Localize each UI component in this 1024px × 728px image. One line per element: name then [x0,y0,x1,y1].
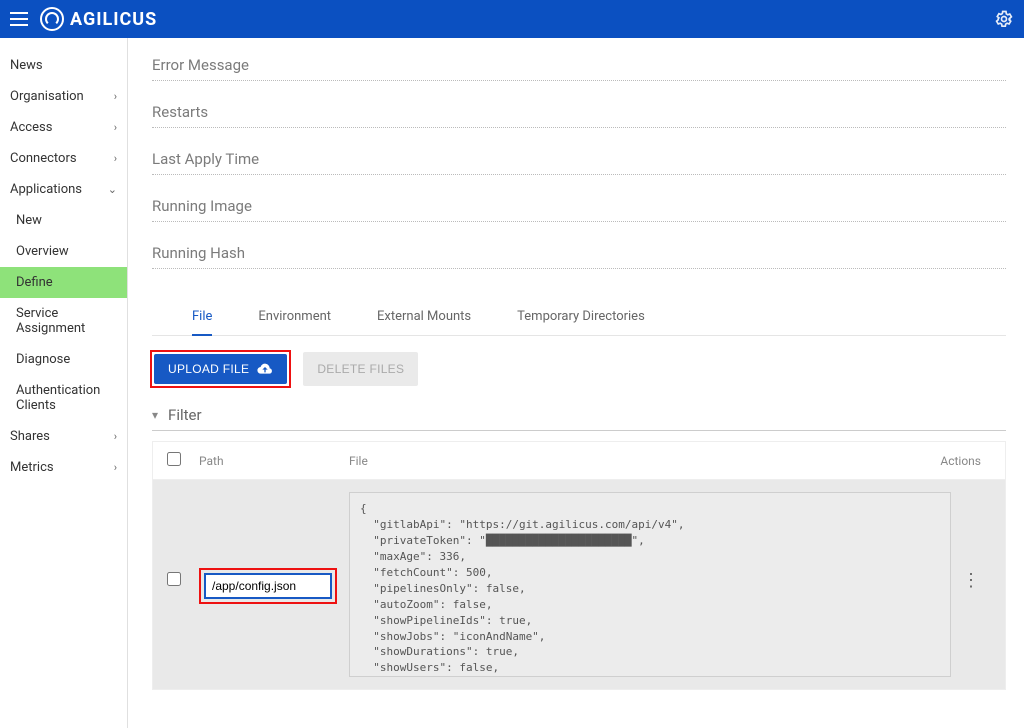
sidebar-item-applications[interactable]: Applications⌄ [0,174,127,205]
menu-icon[interactable] [10,12,28,26]
sidebar-item-organisation[interactable]: Organisation› [0,81,127,112]
chevron-down-icon: ⌄ [108,183,117,196]
brand-logo: AGILICUS [40,7,157,31]
tab-file[interactable]: File [192,299,212,336]
table-row: { "gitlabApi": "https://git.agilicus.com… [152,479,1006,690]
sidebar-sub-define[interactable]: Define [0,267,127,298]
chevron-right-icon: › [114,152,117,165]
brand-text: AGILICUS [70,9,157,30]
sidebar-item-access[interactable]: Access› [0,112,127,143]
sidebar-item-metrics[interactable]: Metrics› [0,452,127,483]
tab-external-mounts[interactable]: External Mounts [377,299,471,335]
path-input[interactable] [204,573,332,599]
sidebar-sub-service-assignment[interactable]: Service Assignment [0,298,127,344]
chevron-right-icon: › [114,90,117,103]
path-highlight [199,568,337,604]
settings-icon[interactable] [994,9,1014,29]
sidebar-sub-diagnose[interactable]: Diagnose [0,344,127,375]
chevron-right-icon: › [114,461,117,474]
upload-file-button[interactable]: UPLOAD FILE [154,354,287,384]
header-actions: Actions [921,454,991,468]
cloud-upload-icon [257,363,273,375]
filter-icon: ▾ [152,408,158,422]
sidebar-sub-overview[interactable]: Overview [0,236,127,267]
select-all-checkbox[interactable] [167,452,181,466]
chevron-right-icon: › [114,121,117,134]
delete-files-button: DELETE FILES [303,352,418,386]
sidebar: News Organisation› Access› Connectors› A… [0,38,128,728]
tab-temp-dirs[interactable]: Temporary Directories [517,299,645,335]
table-header: Path File Actions [152,441,1006,479]
main-content: Error Message Restarts Last Apply Time R… [128,38,1024,728]
sidebar-item-news[interactable]: News [0,50,127,81]
filter-label: Filter [168,406,202,424]
label-error-message: Error Message [152,56,1006,74]
header-file: File [349,454,921,468]
tabs: File Environment External Mounts Tempora… [152,299,1006,336]
sidebar-sub-new[interactable]: New [0,205,127,236]
row-checkbox[interactable] [167,572,181,586]
upload-highlight: UPLOAD FILE [152,352,289,386]
sidebar-sub-auth-clients[interactable]: Authentication Clients [0,375,127,421]
sidebar-item-connectors[interactable]: Connectors› [0,143,127,174]
row-actions-menu[interactable]: ⋮ [962,572,980,590]
label-running-image: Running Image [152,197,1006,215]
tab-environment[interactable]: Environment [258,299,331,335]
label-restarts: Restarts [152,103,1006,121]
logo-icon [40,7,64,31]
filter-row[interactable]: ▾ Filter [152,402,1006,431]
chevron-right-icon: › [114,430,117,443]
label-last-apply: Last Apply Time [152,150,1006,168]
header-path: Path [199,454,349,468]
sidebar-item-shares[interactable]: Shares› [0,421,127,452]
file-content-box[interactable]: { "gitlabApi": "https://git.agilicus.com… [349,492,951,677]
label-running-hash: Running Hash [152,244,1006,262]
